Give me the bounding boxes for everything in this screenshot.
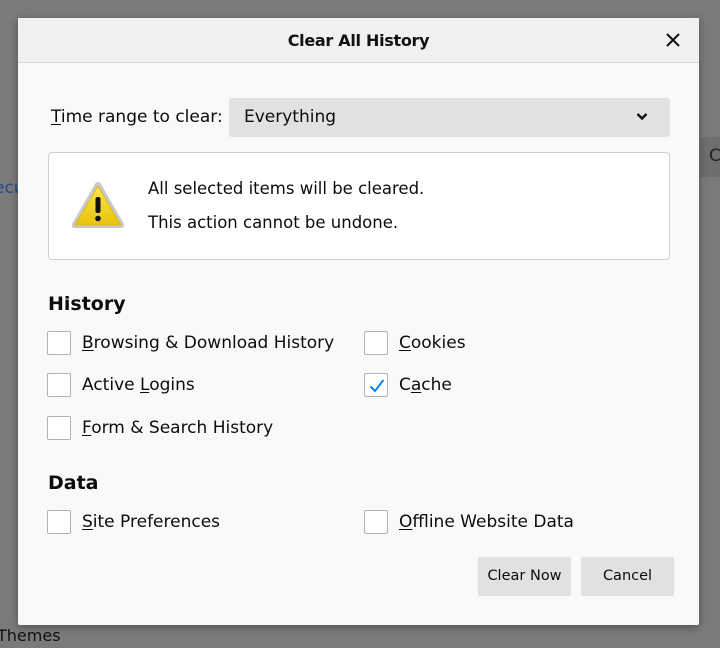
checkbox-label: Cookies — [399, 333, 466, 353]
label-text: che — [421, 375, 452, 395]
close-button[interactable] — [661, 27, 685, 53]
history-heading: History — [48, 293, 126, 315]
label-text: ite Preferences — [92, 512, 221, 532]
data-heading: Data — [48, 472, 99, 494]
accesskey: T — [51, 107, 61, 127]
clear-history-dialog: Clear All History Time range to clear: E… — [18, 18, 699, 625]
checkbox-label: Active Logins — [82, 375, 195, 395]
time-range-row: Time range to clear: Everything — [51, 98, 670, 138]
background-text-fragment: C — [709, 146, 720, 166]
warning-box: All selected items will be cleared. This… — [48, 152, 670, 260]
label-text: ookies — [410, 333, 466, 353]
warning-text-line1: All selected items will be cleared. — [148, 179, 425, 198]
history-option[interactable]: Form & Search History — [47, 415, 273, 441]
cancel-button[interactable]: Cancel — [581, 557, 674, 596]
background-themes-label: Themes — [0, 626, 61, 645]
history-option[interactable]: Browsing & Download History — [47, 330, 334, 356]
checkbox[interactable] — [364, 331, 388, 355]
checkbox[interactable] — [47, 331, 71, 355]
accesskey: S — [82, 512, 93, 532]
accesskey: a — [410, 375, 422, 395]
checkbox[interactable] — [47, 373, 71, 397]
checkmark-icon — [369, 379, 385, 393]
label-text: ffline Website Data — [412, 512, 574, 532]
chevron-down-icon — [636, 107, 648, 127]
dialog-titlebar: Clear All History — [18, 18, 699, 63]
time-range-label: Time range to clear: — [51, 107, 223, 127]
data-option[interactable]: Offline Website Data — [364, 509, 574, 535]
checkbox-label: Cache — [399, 375, 452, 395]
history-option[interactable]: Active Logins — [47, 372, 195, 398]
label-text: rowsing & Download History — [93, 333, 335, 353]
accesskey: C — [399, 333, 411, 353]
label-text: orm & Search History — [91, 418, 274, 438]
accesskey: O — [399, 512, 413, 532]
checkbox[interactable] — [47, 416, 71, 440]
checkbox[interactable] — [364, 510, 388, 534]
clear-now-button[interactable]: Clear Now — [478, 557, 571, 596]
close-icon — [666, 33, 680, 47]
time-range-value: Everything — [244, 107, 337, 127]
accesskey: F — [82, 418, 92, 438]
warning-triangle-icon — [71, 182, 125, 228]
label-text: ime range to clear: — [60, 107, 223, 127]
checkbox-label: Site Preferences — [82, 512, 220, 532]
label-text: Active — [82, 375, 140, 395]
time-range-select[interactable]: Everything — [229, 98, 670, 137]
accesskey: B — [82, 333, 94, 353]
dialog-title: Clear All History — [287, 31, 430, 50]
accesskey: L — [140, 375, 150, 395]
checkbox-label: Form & Search History — [82, 418, 273, 438]
history-option[interactable]: Cookies — [364, 330, 466, 356]
checkbox-label: Browsing & Download History — [82, 333, 334, 353]
label-text: ogins — [149, 375, 195, 395]
checkbox[interactable] — [47, 510, 71, 534]
checkbox[interactable] — [364, 373, 388, 397]
label-text: C — [399, 375, 411, 395]
data-option[interactable]: Site Preferences — [47, 509, 220, 535]
history-option[interactable]: Cache — [364, 372, 452, 398]
checkbox-label: Offline Website Data — [399, 512, 574, 532]
warning-text-line2: This action cannot be undone. — [148, 213, 399, 232]
